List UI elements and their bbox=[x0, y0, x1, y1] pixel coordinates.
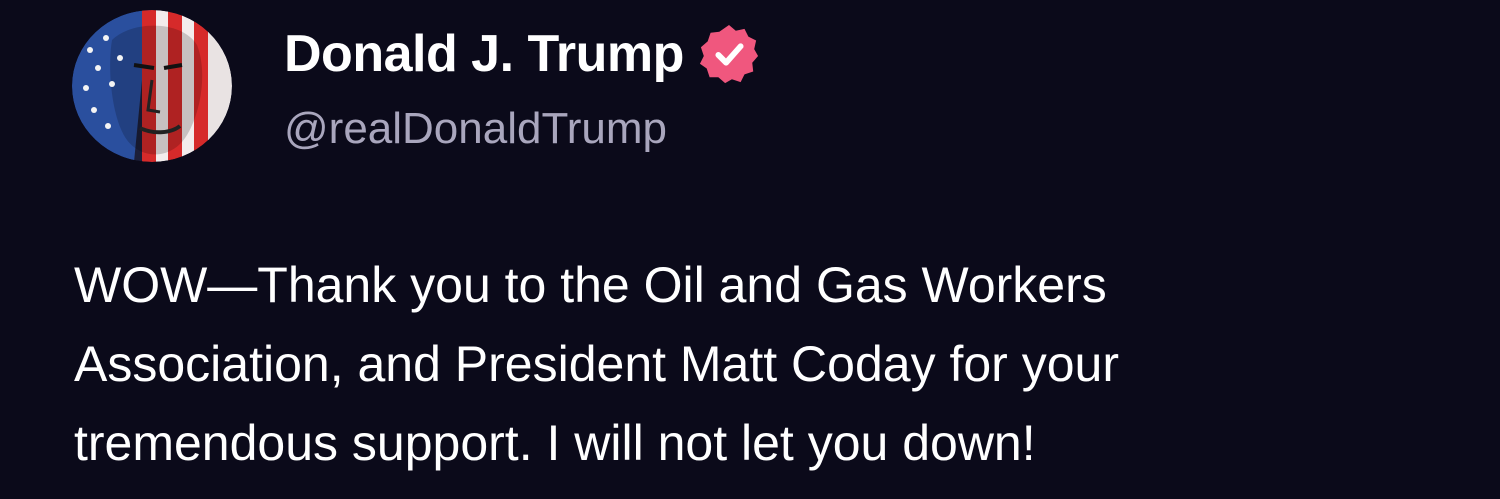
author-handle[interactable]: @realDonaldTrump bbox=[284, 104, 667, 154]
post-body-line: tremendous support. I will not let you d… bbox=[74, 415, 1036, 471]
avatar[interactable] bbox=[72, 10, 232, 162]
avatar-image bbox=[72, 10, 232, 162]
post-body-line: WOW—Thank you to the Oil and Gas Workers bbox=[74, 257, 1107, 313]
post-card: Donald J. Trump @realDonaldTrump WOW—Tha… bbox=[0, 0, 1500, 499]
author-display-name[interactable]: Donald J. Trump bbox=[284, 24, 684, 84]
author-name-row: Donald J. Trump bbox=[284, 22, 760, 86]
post-body-line: Association, and President Matt Coday fo… bbox=[74, 336, 1119, 392]
post-body: WOW—Thank you to the Oil and Gas Workers… bbox=[74, 246, 1474, 483]
verified-badge-icon bbox=[698, 23, 760, 85]
